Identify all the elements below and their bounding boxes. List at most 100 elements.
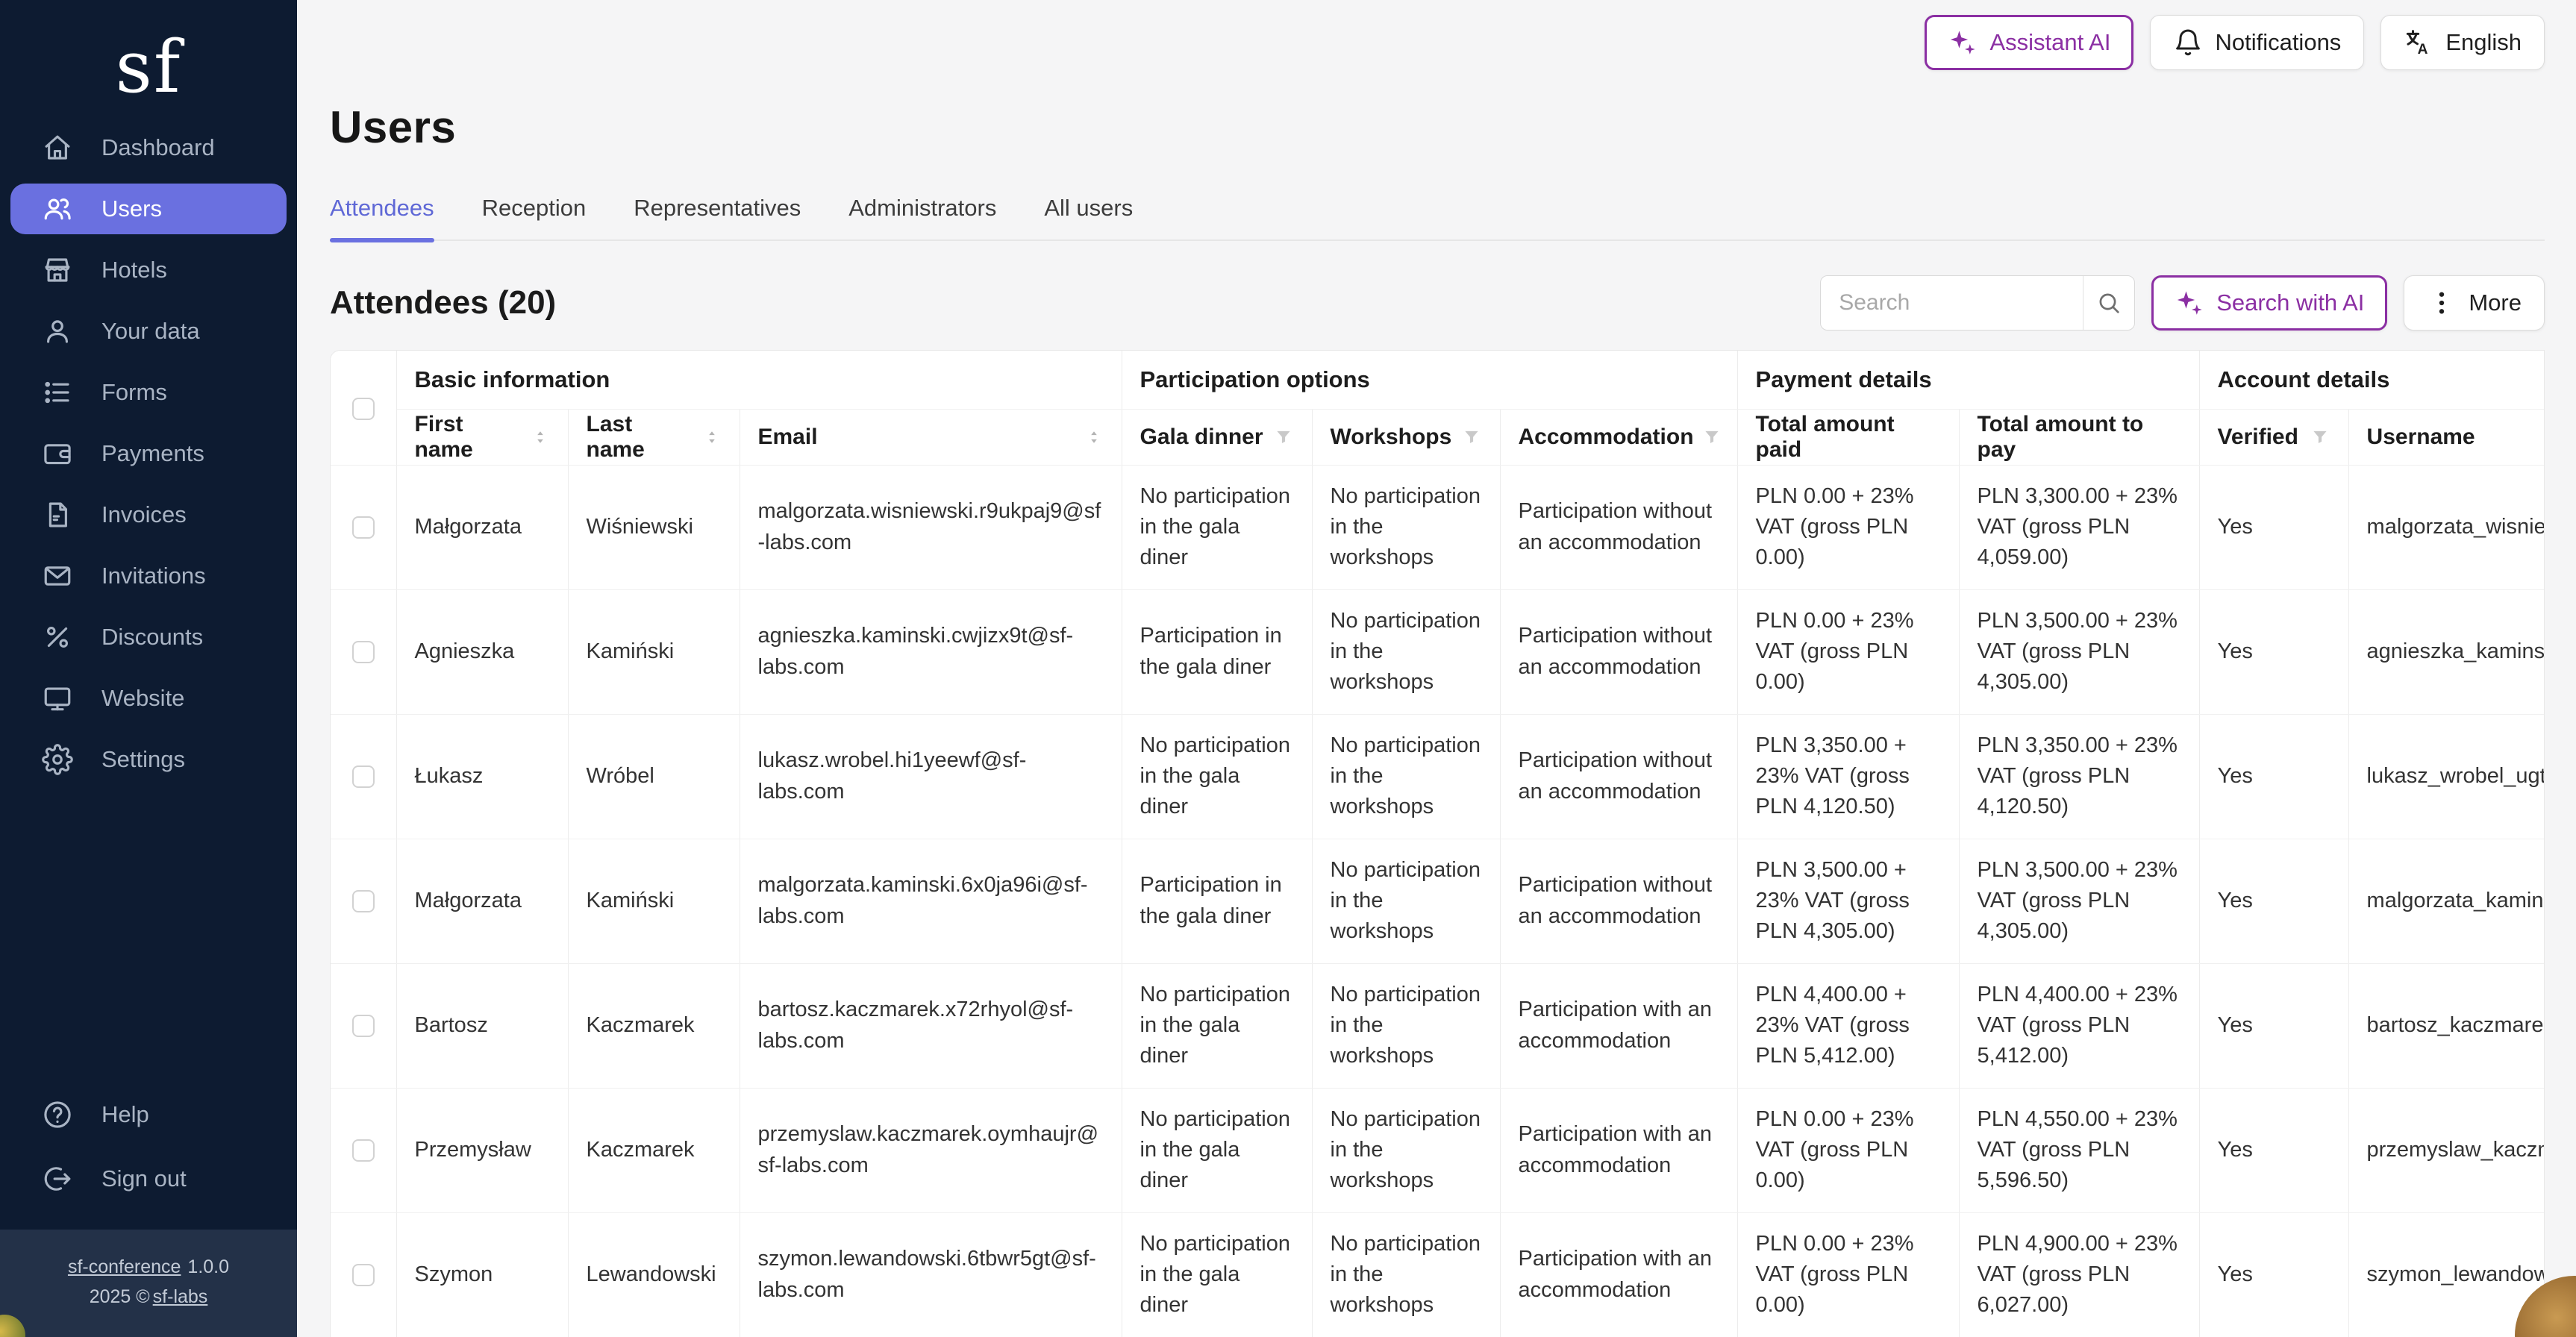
sparkles-icon: [2175, 288, 2204, 318]
column-label: First name: [415, 412, 523, 463]
funnel-icon: [2310, 427, 2330, 448]
column-header-accommodation[interactable]: Accommodation: [1500, 409, 1737, 465]
cell-total-paid: PLN 3,500.00 + 23% VAT (gross PLN 4,305.…: [1737, 839, 1959, 963]
row-select-cell: [331, 714, 396, 839]
app-version-line: sf-conference 1.0.0: [7, 1252, 290, 1282]
column-header-verified[interactable]: Verified: [2199, 409, 2348, 465]
cell-email: malgorzata.wisniewski.r9ukpaj9@sf-labs.c…: [740, 465, 1122, 589]
column-group-participation-options: Participation options: [1122, 351, 1737, 409]
cell-total-to-pay: PLN 3,500.00 + 23% VAT (gross PLN 4,305.…: [1959, 589, 2199, 714]
column-header-username: Username: [2348, 409, 2545, 465]
cell-first-name: Przemysław: [396, 1088, 568, 1212]
sidebar-item-invoices[interactable]: Invoices: [10, 489, 287, 540]
column-header-first-name[interactable]: First name: [396, 409, 568, 465]
row-select-cell: [331, 1212, 396, 1337]
row-select-cell: [331, 1088, 396, 1212]
column-group-account-details: Account details: [2199, 351, 2545, 409]
tab-attendees[interactable]: Attendees: [330, 195, 434, 241]
sidebar-item-hotels[interactable]: Hotels: [10, 245, 287, 295]
tab-administrators[interactable]: Administrators: [848, 195, 996, 241]
cell-username: malgorzata_wisniews: [2348, 465, 2545, 589]
table-row: AgnieszkaKamińskiagnieszka.kaminski.cwji…: [331, 589, 2545, 714]
tabs: Attendees Reception Representatives Admi…: [330, 195, 2545, 241]
row-checkbox[interactable]: [352, 641, 375, 663]
bell-icon: [2173, 28, 2203, 57]
sidebar-item-label: Discounts: [101, 624, 203, 651]
sidebar-item-label: Invitations: [101, 563, 206, 589]
button-label: Search with AI: [2216, 289, 2364, 316]
sidebar-item-label: Website: [101, 685, 184, 712]
cell-workshops: No participation in the workshops: [1312, 465, 1500, 589]
column-header-last-name[interactable]: Last name: [568, 409, 740, 465]
cell-verified: Yes: [2199, 714, 2348, 839]
sidebar-item-settings[interactable]: Settings: [10, 734, 287, 785]
app-version: 1.0.0: [187, 1256, 229, 1277]
copyright-line: 2025 ©sf-labs: [7, 1282, 290, 1312]
row-checkbox[interactable]: [352, 1264, 375, 1286]
column-label: Accommodation: [1519, 425, 1694, 450]
sidebar-item-website[interactable]: Website: [10, 673, 287, 724]
cell-username: szymon_lewandowsk: [2348, 1212, 2545, 1337]
search-with-ai-button[interactable]: Search with AI: [2151, 275, 2387, 331]
sidebar-item-users[interactable]: Users: [10, 184, 287, 234]
tab-reception[interactable]: Reception: [482, 195, 587, 241]
tab-representatives[interactable]: Representatives: [634, 195, 801, 241]
cell-last-name: Lewandowski: [568, 1212, 740, 1337]
sidebar-item-payments[interactable]: Payments: [10, 428, 287, 479]
more-button[interactable]: More: [2404, 275, 2545, 331]
button-label: English: [2445, 29, 2522, 56]
cell-verified: Yes: [2199, 963, 2348, 1088]
tab-all-users[interactable]: All users: [1044, 195, 1133, 241]
percent-icon: [42, 621, 73, 653]
row-select-cell: [331, 963, 396, 1088]
english-button[interactable]: AEnglish: [2380, 15, 2545, 70]
sidebar-item-invitations[interactable]: Invitations: [10, 551, 287, 601]
cell-verified: Yes: [2199, 589, 2348, 714]
sidebar-item-dashboard[interactable]: Dashboard: [10, 122, 287, 173]
notifications-button[interactable]: Notifications: [2150, 15, 2364, 70]
cell-total-to-pay: PLN 4,900.00 + 23% VAT (gross PLN 6,027.…: [1959, 1212, 2199, 1337]
sidebar-item-label: Dashboard: [101, 134, 215, 161]
home-icon: [42, 132, 73, 163]
column-label: Gala dinner: [1140, 425, 1263, 450]
app-link[interactable]: sf-conference: [68, 1256, 181, 1277]
sidebar-item-label: Payments: [101, 440, 204, 467]
cell-total-paid: PLN 0.00 + 23% VAT (gross PLN 0.00): [1737, 589, 1959, 714]
kebab-icon: [2427, 288, 2457, 318]
sidebar-item-discounts[interactable]: Discounts: [10, 612, 287, 663]
cell-email: lukasz.wrobel.hi1yeewf@sf-labs.com: [740, 714, 1122, 839]
column-header-workshops[interactable]: Workshops: [1312, 409, 1500, 465]
column-label: Email: [758, 425, 818, 450]
cell-total-paid: PLN 4,400.00 + 23% VAT (gross PLN 5,412.…: [1737, 963, 1959, 1088]
cell-gala-dinner: Participation in the gala diner: [1122, 589, 1312, 714]
company-link[interactable]: sf-labs: [153, 1286, 208, 1307]
cell-last-name: Kamiński: [568, 589, 740, 714]
funnel-icon: [1273, 427, 1294, 448]
column-label: Verified: [2218, 425, 2298, 450]
sidebar-item-forms[interactable]: Forms: [10, 367, 287, 418]
cell-gala-dinner: No participation in the gala diner: [1122, 1212, 1312, 1337]
search-input[interactable]: [1821, 276, 2083, 330]
sidebar-item-sign-out[interactable]: Sign out: [10, 1153, 287, 1204]
cell-username: agnieszka_kaminski_: [2348, 589, 2545, 714]
cell-workshops: No participation in the workshops: [1312, 589, 1500, 714]
cell-total-paid: PLN 0.00 + 23% VAT (gross PLN 0.00): [1737, 1088, 1959, 1212]
assistant-ai-button[interactable]: Assistant AI: [1925, 15, 2133, 70]
cell-accommodation: Participation without an accommodation: [1500, 714, 1737, 839]
row-checkbox[interactable]: [352, 516, 375, 539]
sidebar-item-your-data[interactable]: Your data: [10, 306, 287, 357]
select-all-checkbox[interactable]: [352, 398, 375, 420]
row-checkbox[interactable]: [352, 1015, 375, 1037]
column-header-gala-dinner[interactable]: Gala dinner: [1122, 409, 1312, 465]
sidebar-item-help[interactable]: Help: [10, 1089, 287, 1140]
row-checkbox[interactable]: [352, 1139, 375, 1162]
row-checkbox[interactable]: [352, 890, 375, 912]
column-label: Username: [2367, 425, 2475, 450]
row-checkbox[interactable]: [352, 765, 375, 788]
table-row: ŁukaszWróbellukasz.wrobel.hi1yeewf@sf-la…: [331, 714, 2545, 839]
cell-total-paid: PLN 0.00 + 23% VAT (gross PLN 0.00): [1737, 465, 1959, 589]
column-header-email[interactable]: Email: [740, 409, 1122, 465]
sidebar: sf Dashboard Users Hotels Your data Form…: [0, 0, 297, 1337]
cell-email: przemyslaw.kaczmarek.oymhaujr@sf-labs.co…: [740, 1088, 1122, 1212]
search-button[interactable]: [2083, 276, 2134, 330]
